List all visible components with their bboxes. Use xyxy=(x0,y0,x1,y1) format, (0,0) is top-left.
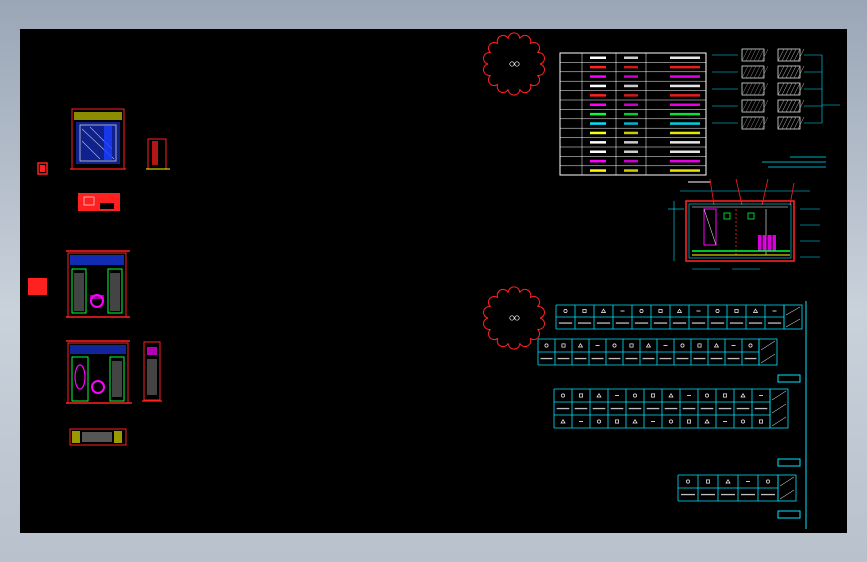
plan-strip[interactable] xyxy=(69,428,127,446)
table-title-box xyxy=(777,510,801,519)
elevation-c[interactable] xyxy=(66,340,132,404)
legend-schedule-table[interactable] xyxy=(559,52,707,176)
table-title-box xyxy=(777,458,801,467)
floor-plan[interactable] xyxy=(668,178,820,270)
elevation-a-section[interactable] xyxy=(146,138,170,170)
revision-cloud-icon xyxy=(483,286,545,350)
elevation-c-section[interactable] xyxy=(142,341,162,402)
symbol-table-3[interactable] xyxy=(553,388,789,429)
table-title-box xyxy=(777,374,801,383)
hatch-legend[interactable] xyxy=(712,48,840,130)
red-marker-small-fill xyxy=(40,165,45,172)
elevation-b[interactable] xyxy=(66,250,130,318)
symbol-table-2[interactable] xyxy=(537,338,778,366)
cad-model-viewport[interactable] xyxy=(20,29,847,533)
cad-drawing-canvas[interactable] xyxy=(20,29,847,533)
symbol-table-1[interactable] xyxy=(555,304,803,330)
symbol-table-4[interactable] xyxy=(677,474,797,502)
general-notes xyxy=(762,156,826,168)
elevation-a[interactable] xyxy=(70,108,126,170)
red-block-icon xyxy=(28,278,47,295)
plan-block-a[interactable] xyxy=(78,193,120,211)
revision-cloud-icon xyxy=(483,32,545,96)
